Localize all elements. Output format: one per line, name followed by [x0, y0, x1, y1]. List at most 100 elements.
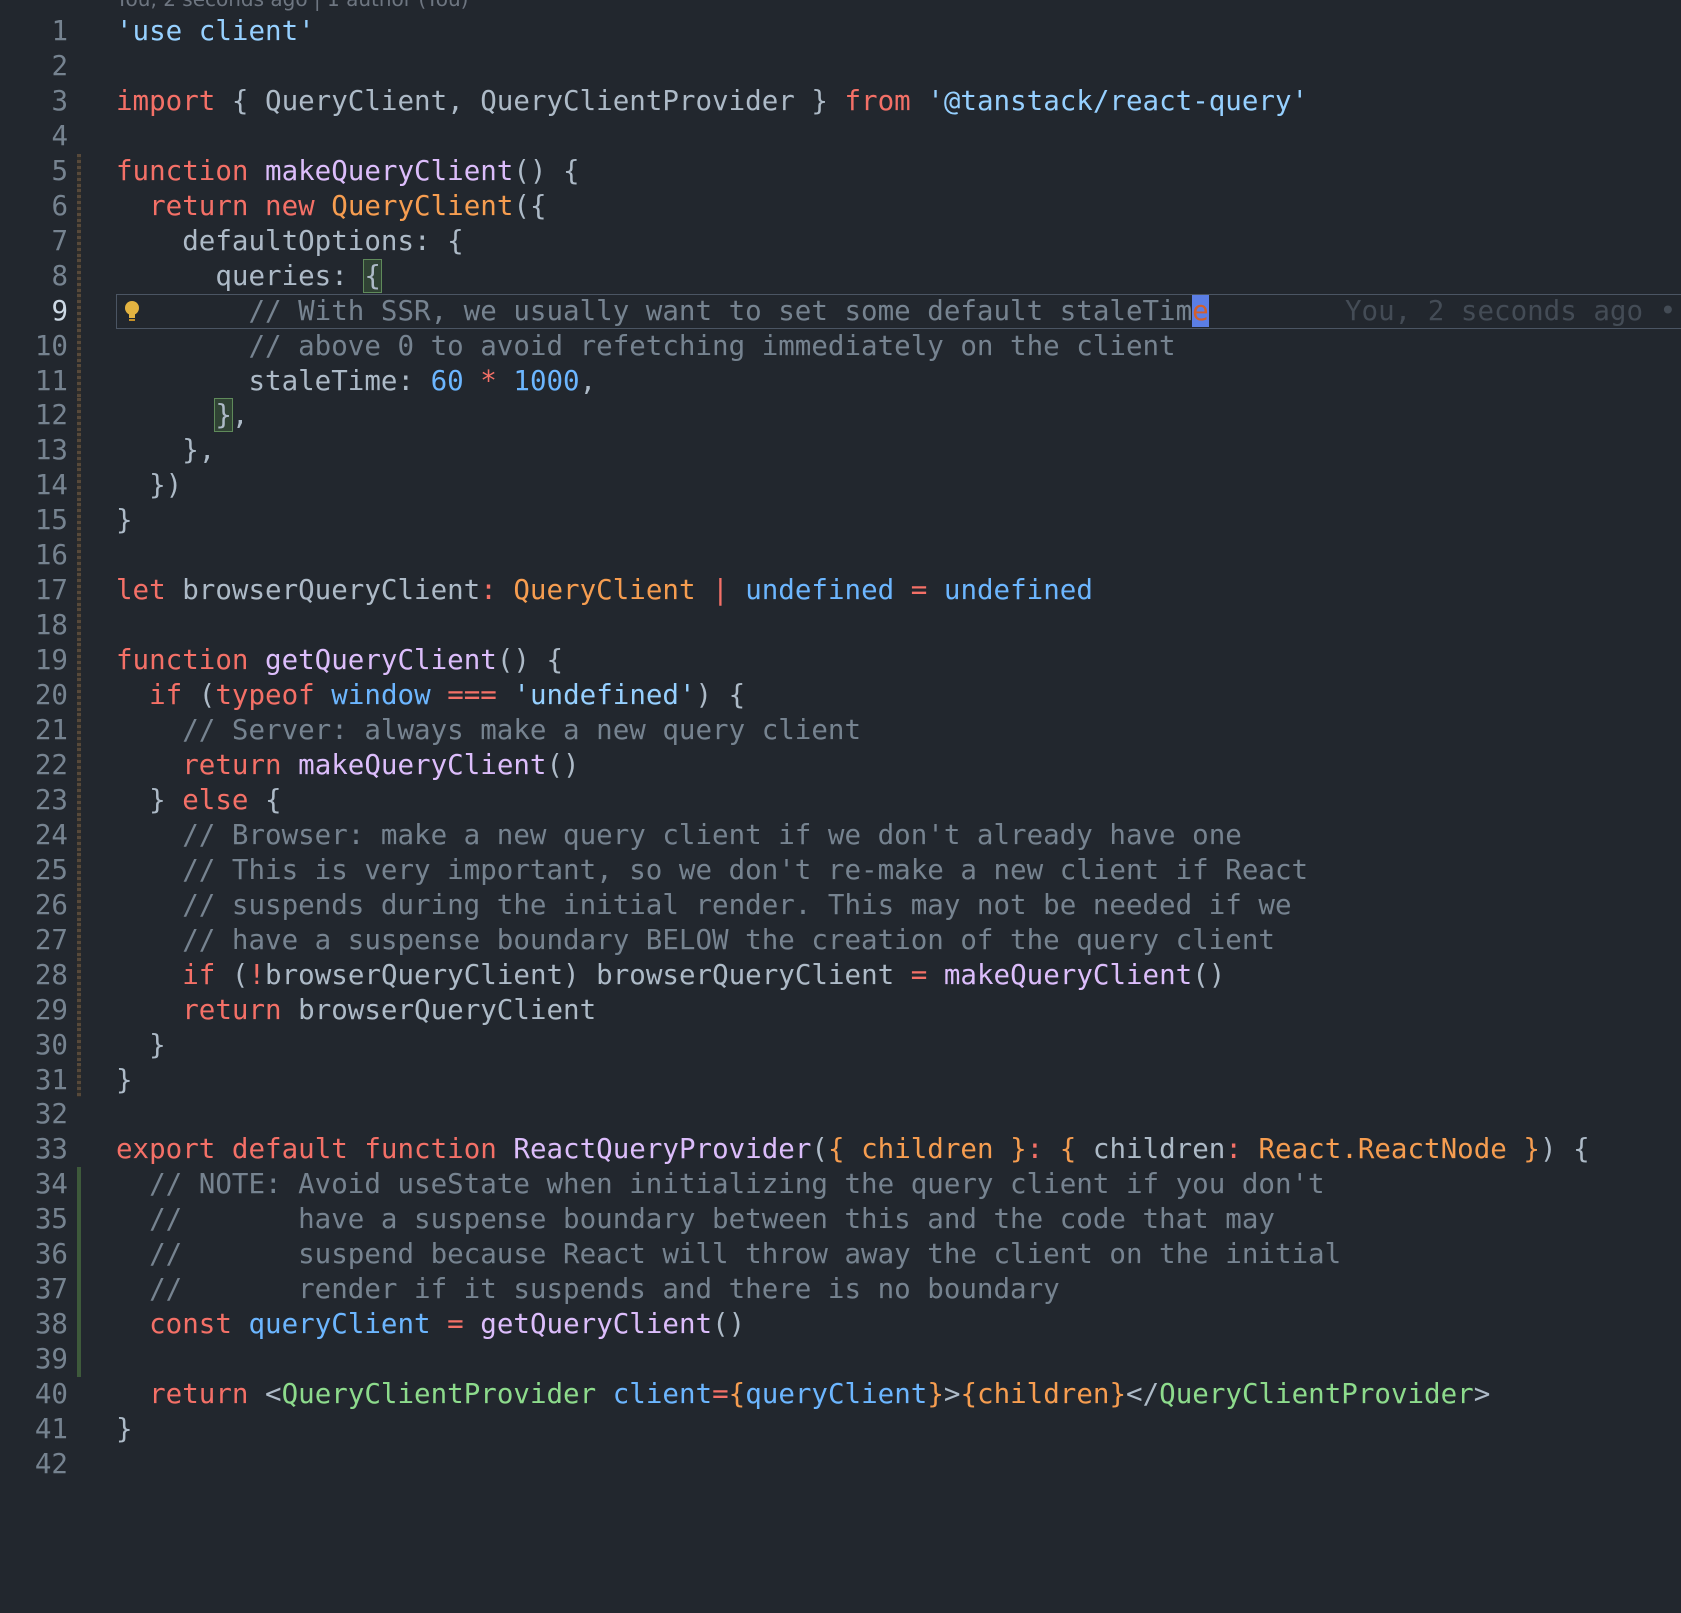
code-line[interactable]: 2: [0, 49, 1681, 84]
line-number[interactable]: 33: [0, 1132, 68, 1167]
code-text[interactable]: let browserQueryClient: QueryClient | un…: [116, 573, 1093, 608]
diff-modified-indicator[interactable]: [77, 957, 81, 993]
code-line[interactable]: 1 'use client': [0, 14, 1681, 49]
inline-blame[interactable]: You, 2 seconds ago •: [1345, 294, 1676, 329]
line-number[interactable]: 9: [0, 294, 68, 329]
code-line[interactable]: 3 import { QueryClient, QueryClientProvid…: [0, 84, 1681, 119]
code-text[interactable]: defaultOptions: {: [116, 224, 463, 259]
line-number[interactable]: 42: [0, 1447, 68, 1482]
line-number[interactable]: 20: [0, 678, 68, 713]
diff-modified-indicator[interactable]: [77, 608, 81, 644]
line-number[interactable]: 4: [0, 119, 68, 154]
line-number[interactable]: 21: [0, 713, 68, 748]
code-line[interactable]: 6 return new QueryClient({: [0, 188, 1681, 224]
diff-modified-indicator[interactable]: [77, 538, 81, 574]
code-text[interactable]: // Server: always make a new query clien…: [116, 713, 861, 748]
code-line[interactable]: 27 // have a suspense boundary BELOW the…: [0, 922, 1681, 958]
diff-modified-indicator[interactable]: [77, 433, 81, 469]
code-text[interactable]: }): [116, 468, 182, 503]
diff-modified-indicator[interactable]: [77, 922, 81, 958]
diff-modified-indicator[interactable]: [77, 328, 81, 364]
diff-modified-indicator[interactable]: [77, 852, 81, 888]
code-text[interactable]: queries: {: [116, 258, 382, 294]
line-number[interactable]: 14: [0, 468, 68, 503]
code-text[interactable]: function makeQueryClient() {: [116, 154, 580, 189]
line-number[interactable]: 5: [0, 154, 68, 189]
code-text[interactable]: function getQueryClient() {: [116, 643, 563, 678]
code-line[interactable]: 29 return browserQueryClient: [0, 992, 1681, 1028]
code-text[interactable]: } else {: [116, 783, 281, 818]
code-text[interactable]: return <QueryClientProvider client={quer…: [116, 1377, 1490, 1412]
line-number[interactable]: 38: [0, 1307, 68, 1342]
diff-modified-indicator[interactable]: [77, 503, 81, 539]
code-line[interactable]: 28 if (!browserQueryClient) browserQuery…: [0, 957, 1681, 993]
line-number[interactable]: 25: [0, 853, 68, 888]
lightbulb-icon[interactable]: [124, 298, 140, 322]
code-text[interactable]: // NOTE: Avoid useState when initializin…: [116, 1167, 1325, 1202]
code-line[interactable]: 13 },: [0, 433, 1681, 469]
code-line[interactable]: 17 let browserQueryClient: QueryClient | …: [0, 573, 1681, 609]
code-line[interactable]: 19 function getQueryClient() {: [0, 643, 1681, 679]
diff-modified-indicator[interactable]: [77, 643, 81, 679]
code-text[interactable]: }: [116, 1412, 133, 1447]
code-text[interactable]: // have a suspense boundary BELOW the cr…: [116, 923, 1275, 958]
code-line[interactable]: 33 export default function ReactQueryProv…: [0, 1132, 1681, 1167]
code-editor[interactable]: You, 2 seconds ago | 1 author (You) 1 'us…: [0, 0, 1681, 1613]
code-line[interactable]: 34 // NOTE: Avoid useState when initiali…: [0, 1167, 1681, 1203]
code-line[interactable]: 8 queries: {: [0, 258, 1681, 294]
code-line[interactable]: 26 // suspends during the initial render…: [0, 887, 1681, 923]
line-number[interactable]: 35: [0, 1202, 68, 1237]
line-number[interactable]: 37: [0, 1272, 68, 1307]
blame-header[interactable]: You, 2 seconds ago | 1 author (You): [116, 0, 468, 12]
diff-added-indicator[interactable]: [77, 1167, 81, 1203]
code-line[interactable]: 11 staleTime: 60 * 1000,: [0, 363, 1681, 399]
line-number[interactable]: 39: [0, 1342, 68, 1377]
code-text[interactable]: // have a suspense boundary between this…: [116, 1202, 1275, 1237]
code-line[interactable]: 42: [0, 1447, 1681, 1482]
line-number[interactable]: 22: [0, 748, 68, 783]
diff-modified-indicator[interactable]: [77, 573, 81, 609]
diff-modified-indicator[interactable]: [77, 468, 81, 504]
code-line[interactable]: 15}: [0, 503, 1681, 539]
code-line[interactable]: 32: [0, 1097, 1681, 1132]
line-number[interactable]: 16: [0, 538, 68, 573]
diff-modified-indicator[interactable]: [77, 1062, 81, 1098]
code-line[interactable]: 9 // With SSR, we usually want to set so…: [0, 293, 1681, 329]
code-line[interactable]: 22 return makeQueryClient(): [0, 747, 1681, 783]
code-line[interactable]: 10 // above 0 to avoid refetching immedi…: [0, 328, 1681, 364]
line-number[interactable]: 1: [0, 14, 68, 49]
code-line[interactable]: 18: [0, 608, 1681, 644]
code-line[interactable]: 24 // Browser: make a new query client i…: [0, 817, 1681, 853]
code-line[interactable]: 31}: [0, 1062, 1681, 1098]
code-text[interactable]: const queryClient = getQueryClient(): [116, 1307, 745, 1342]
diff-modified-indicator[interactable]: [77, 1027, 81, 1063]
line-number[interactable]: 32: [0, 1097, 68, 1132]
code-line[interactable]: 40 return <QueryClientProvider client={q…: [0, 1377, 1681, 1412]
diff-modified-indicator[interactable]: [77, 293, 81, 329]
line-number[interactable]: 31: [0, 1063, 68, 1098]
diff-modified-indicator[interactable]: [77, 782, 81, 818]
code-line[interactable]: 21 // Server: always make a new query cl…: [0, 713, 1681, 748]
line-number[interactable]: 7: [0, 224, 68, 259]
line-number[interactable]: 18: [0, 608, 68, 643]
code-line[interactable]: 16: [0, 538, 1681, 574]
line-number[interactable]: 6: [0, 189, 68, 224]
line-number[interactable]: 36: [0, 1237, 68, 1272]
code-text[interactable]: // suspend because React will throw away…: [116, 1237, 1341, 1272]
diff-modified-indicator[interactable]: [77, 817, 81, 853]
line-number[interactable]: 24: [0, 818, 68, 853]
code-text[interactable]: if (!browserQueryClient) browserQueryCli…: [116, 958, 1225, 993]
diff-modified-indicator[interactable]: [77, 713, 81, 748]
code-line[interactable]: 5 function makeQueryClient() {: [0, 153, 1681, 189]
code-line[interactable]: 12 },: [0, 398, 1681, 434]
diff-modified-indicator[interactable]: [77, 188, 81, 224]
diff-modified-indicator[interactable]: [77, 398, 81, 434]
diff-modified-indicator[interactable]: [77, 887, 81, 923]
diff-added-indicator[interactable]: [77, 1342, 81, 1378]
line-number[interactable]: 2: [0, 49, 68, 84]
code-text[interactable]: }: [116, 1063, 133, 1098]
code-text[interactable]: // With SSR, we usually want to set some…: [116, 294, 1209, 329]
code-text[interactable]: export default function ReactQueryProvid…: [116, 1132, 1590, 1167]
code-line[interactable]: 36 // suspend because React will throw a…: [0, 1237, 1681, 1273]
line-number[interactable]: 27: [0, 923, 68, 958]
